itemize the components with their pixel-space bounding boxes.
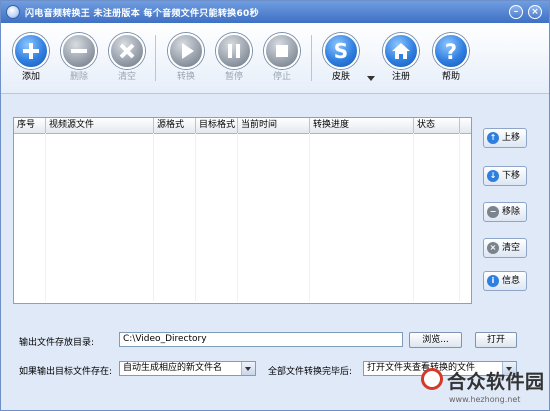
home-icon [383,33,419,69]
svg-text:S: S [334,39,348,63]
arrow-down-icon: ↓ [487,170,499,182]
clear-list-button[interactable]: × 清空 [483,238,527,258]
column-divider [413,133,414,301]
remove-button[interactable]: 删除 [57,33,101,89]
list-header: 序号 视频源文件 源格式 目标格式 当前时间 转换进度 状态 [14,118,471,134]
add-button[interactable]: 添加 [9,33,53,89]
column-divider [237,133,238,301]
stop-button[interactable]: 停止 [260,33,304,89]
convert-label: 转换 [176,72,195,82]
help-button[interactable]: ? 帮助 [429,33,473,89]
info-button[interactable]: i 信息 [483,271,527,291]
column-header-source-file[interactable]: 视频源文件 [46,118,154,133]
add-label: 添加 [21,72,40,82]
move-down-button[interactable]: ↓ 下移 [483,166,527,186]
window-title: 闪电音频转换王 未注册版本 每个音频文件只能转换60秒 [25,9,259,19]
convert-button[interactable]: 转换 [164,33,208,89]
file-list[interactable]: 序号 视频源文件 源格式 目标格式 当前时间 转换进度 状态 [13,117,472,304]
clear-list-label: 清空 [502,243,521,253]
arrow-up-icon: ↑ [487,132,499,144]
column-header-index[interactable]: 序号 [14,118,46,133]
file-exists-value: 自动生成相应的新文件名 [123,363,223,373]
toolbar-separator [155,35,156,81]
column-header-current-time[interactable]: 当前时间 [238,118,310,133]
column-divider [153,133,154,301]
watermark-logo-icon [421,368,443,390]
question-icon: ? [433,33,469,69]
column-header-status[interactable]: 状态 [414,118,460,133]
output-dir-label: 输出文件存放目录: [19,338,95,348]
skin-button[interactable]: S 皮肤 [319,33,363,89]
minus-icon: − [487,206,499,218]
stop-icon [264,33,300,69]
column-header-progress[interactable]: 转换进度 [310,118,414,133]
file-exists-select[interactable]: 自动生成相应的新文件名 [119,361,256,376]
title-bar[interactable]: 闪电音频转换王 未注册版本 每个音频文件只能转换60秒 – × [1,1,549,23]
close-button[interactable]: × [528,5,542,19]
play-icon [168,33,204,69]
column-divider [309,133,310,301]
app-window: 闪电音频转换王 未注册版本 每个音频文件只能转换60秒 – × 添加 删除 清空 [0,0,550,411]
watermark-url: www.hezhong.net [449,395,521,404]
toolbar-separator [311,35,312,81]
skin-label: 皮肤 [331,72,350,82]
stop-label: 停止 [272,72,291,82]
clear-button[interactable]: 清空 [105,33,149,89]
watermark: 合众软件园 www.hezhong.net [419,366,549,410]
column-divider [459,133,460,301]
move-down-label: 下移 [502,171,521,181]
plus-icon [13,33,49,69]
info-label: 信息 [502,276,521,286]
info-icon: i [487,275,499,287]
svg-text:?: ? [445,40,457,64]
skin-dropdown-arrow-icon[interactable] [367,76,375,81]
register-button[interactable]: 注册 [379,33,423,89]
pause-label: 暂停 [224,72,243,82]
remove-label: 删除 [69,72,88,82]
remove-item-button[interactable]: − 移除 [483,202,527,222]
move-up-button[interactable]: ↑ 上移 [483,128,527,148]
chevron-down-icon [241,362,255,375]
remove-item-label: 移除 [502,207,521,217]
watermark-text: 合众软件园 [447,371,545,393]
column-divider [195,133,196,301]
clear-label: 清空 [117,72,136,82]
toolbar: 添加 删除 清空 转换 暂停 停止 S 皮肤 注册 ? 帮助 [1,23,549,94]
register-label: 注册 [391,72,410,82]
browse-button[interactable]: 浏览... [409,332,462,348]
skin-s-icon: S [323,33,359,69]
minus-icon [61,33,97,69]
help-label: 帮助 [441,72,460,82]
pause-button[interactable]: 暂停 [212,33,256,89]
file-exists-label: 如果输出目标文件存在: [19,367,113,377]
move-up-label: 上移 [502,133,521,143]
pause-icon [216,33,252,69]
app-logo-icon [6,5,20,19]
column-divider [45,133,46,301]
column-header-target-format[interactable]: 目标格式 [196,118,238,133]
x-icon: × [487,242,499,254]
output-dir-field[interactable]: C:\Video_Directory [119,332,403,347]
column-header-source-format[interactable]: 源格式 [154,118,196,133]
minimize-button[interactable]: – [509,5,523,19]
after-convert-label: 全部文件转换完毕后: [268,367,353,377]
x-icon [109,33,145,69]
open-folder-button[interactable]: 打开 [475,332,517,348]
